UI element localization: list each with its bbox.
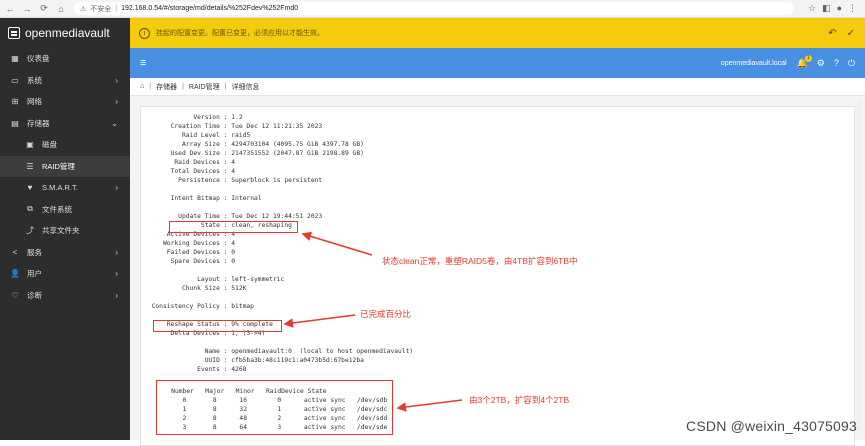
raid-icon: ☰: [24, 162, 36, 171]
smart-icon: ♥: [24, 183, 36, 192]
pending-changes-text: 挂起的配置变更。配置已变更，必须应用以才能生效。: [156, 28, 324, 38]
sidebar-item-system[interactable]: ▭ 系统 ›: [0, 70, 130, 92]
address-bar[interactable]: ⚠ 不安全 | 192.168.0.54/#/storage/md/detail…: [74, 2, 794, 15]
share-icon: ⤴: [24, 225, 36, 236]
mdadm-line: Total Devices : 4: [163, 168, 235, 175]
network-icon: ⊞: [9, 97, 21, 106]
mdadm-line: Name : openmediavault:0 (local to host o…: [163, 348, 413, 355]
mdadm-line: Version : 1.2: [163, 114, 243, 121]
back-icon[interactable]: ←: [3, 2, 17, 16]
extension-icon[interactable]: ◧: [822, 3, 831, 14]
home-icon[interactable]: ⌂: [140, 83, 144, 90]
filesystem-icon: ⧉: [24, 204, 36, 214]
devices-highlight-box: [156, 380, 393, 435]
users-icon: 👤: [9, 269, 21, 278]
brand[interactable]: openmediavault: [0, 18, 130, 48]
mdadm-line: Raid Devices : 4: [163, 159, 235, 166]
mdadm-line: Consistency Policy : bitmap: [152, 303, 254, 310]
mdadm-line: UUID : cfb5ba3b:48c119c1:a0473b5d:67be12…: [163, 357, 364, 364]
diagnostics-icon: ♡: [9, 291, 21, 300]
chevron-down-icon: ⌄: [111, 119, 118, 128]
mdadm-line: Working Devices : 4: [163, 240, 235, 247]
breadcrumb-storage[interactable]: 存储器: [156, 82, 177, 92]
brand-name: openmediavault: [25, 26, 110, 40]
disk-icon: ▣: [24, 140, 36, 149]
sidebar-item-storage[interactable]: ▤ 存储器 ⌄: [0, 113, 130, 135]
top-navbar: ≡ openmediavault.local 🔔1 ⚙ ? ⏻: [130, 48, 865, 78]
profile-icon[interactable]: ●: [837, 3, 842, 14]
pending-changes-banner: i 挂起的配置变更。配置已变更，必须应用以才能生效。 ↶ ✓: [130, 18, 865, 48]
monitor-icon: ▭: [9, 76, 21, 85]
reshape-annotation: 已完成百分比: [360, 308, 411, 320]
dashboard-icon: ▦: [9, 54, 21, 63]
url-text: 192.168.0.54/#/storage/md/details/%252Fd…: [121, 5, 298, 12]
storage-icon: ▤: [9, 119, 21, 128]
mdadm-line: Layout : left-symmetric: [163, 276, 284, 283]
notification-badge: 1: [805, 55, 812, 62]
browser-toolbar: ← → ⟳ ⌂ ⚠ 不安全 | 192.168.0.54/#/storage/m…: [0, 0, 865, 18]
breadcrumb-details: 详细信息: [231, 82, 259, 92]
hostname: openmediavault.local: [721, 60, 787, 67]
help-icon[interactable]: ?: [834, 58, 839, 68]
omv-logo-icon: [8, 27, 20, 39]
mdadm-line: Creation Time : Tue Dec 12 11:21:35 2023: [163, 123, 322, 130]
sidebar-item-users[interactable]: 👤 用户 ›: [0, 263, 130, 285]
reload-icon[interactable]: ⟳: [37, 2, 51, 16]
services-icon: <: [9, 248, 21, 257]
notification-bell-icon[interactable]: 🔔1: [797, 58, 808, 69]
sidebar-item-filesystems[interactable]: ⧉ 文件系统: [0, 199, 130, 221]
reshape-highlight-box: [153, 320, 282, 332]
state-highlight-box: [169, 221, 298, 233]
more-icon[interactable]: ⋮: [848, 3, 857, 14]
csdn-watermark: CSDN @weixin_43075093: [686, 418, 857, 434]
sidebar-item-shared-folders[interactable]: ⤴ 共享文件夹: [0, 220, 130, 242]
sidebar-item-services[interactable]: < 服务 ›: [0, 242, 130, 264]
mdadm-line: Spare Devices : 0: [163, 258, 235, 265]
mdadm-line: Intent Bitmap : Internal: [163, 195, 262, 202]
mdadm-line: Failed Devices : 0: [163, 249, 235, 256]
devices-annotation: 由3个2TB，扩容到4个2TB: [469, 394, 569, 406]
mdadm-line: Raid Level : raid5: [163, 132, 250, 139]
sidebar-item-diagnostics[interactable]: ♡ 诊断 ›: [0, 285, 130, 307]
sidebar-item-network[interactable]: ⊞ 网络 ›: [0, 91, 130, 113]
breadcrumb-raid[interactable]: RAID管理: [189, 82, 220, 92]
sidebar-item-smart[interactable]: ♥ S.M.A.R.T. ›: [0, 177, 130, 199]
power-icon[interactable]: ⏻: [848, 58, 855, 69]
star-icon[interactable]: ☆: [808, 3, 816, 14]
chevron-right-icon: ›: [115, 97, 118, 106]
chevron-right-icon: ›: [115, 269, 118, 278]
state-annotation: 状态clean正常，重塑RAID5卷，由4TB扩容到6TB中: [382, 255, 578, 267]
mdadm-line: Used Dev Size : 2147351552 (2047.87 GiB …: [163, 150, 364, 157]
apply-check-icon[interactable]: ✓: [847, 28, 855, 39]
sidebar-item-dashboard[interactable]: ▦ 仪表盘: [0, 48, 130, 70]
security-label: 不安全: [90, 4, 111, 14]
chevron-right-icon: ›: [115, 76, 118, 85]
breadcrumb: ⌂ | 存储器 | RAID管理 | 详细信息: [130, 78, 865, 96]
mdadm-line: Persistence : Superblock is persistent: [163, 177, 322, 184]
mdadm-line: Chunk Size : 512K: [163, 285, 246, 292]
menu-icon[interactable]: ≡: [140, 57, 146, 69]
info-icon: i: [139, 28, 150, 39]
sidebar-item-disks[interactable]: ▣ 磁盘: [0, 134, 130, 156]
mdadm-line: Events : 4268: [163, 366, 246, 373]
chevron-right-icon: ›: [115, 291, 118, 300]
chevron-right-icon: ›: [115, 183, 118, 192]
settings-gear-icon[interactable]: ⚙: [817, 58, 825, 69]
forward-icon[interactable]: →: [20, 2, 34, 16]
mdadm-line: Update Time : Tue Dec 12 19:44:51 2023: [163, 213, 322, 220]
chevron-right-icon: ›: [115, 248, 118, 257]
sidebar: openmediavault ▦ 仪表盘 ▭ 系统 › ⊞ 网络 › ▤ 存储器…: [0, 18, 130, 440]
warning-icon: ⚠: [80, 5, 86, 13]
undo-icon[interactable]: ↶: [828, 28, 836, 39]
mdadm-line: Array Size : 4294703104 (4095.75 GiB 439…: [163, 141, 364, 148]
scrollbar[interactable]: [857, 100, 861, 430]
home-icon[interactable]: ⌂: [54, 2, 68, 16]
sidebar-item-raid[interactable]: ☰ RAID管理: [0, 156, 130, 178]
